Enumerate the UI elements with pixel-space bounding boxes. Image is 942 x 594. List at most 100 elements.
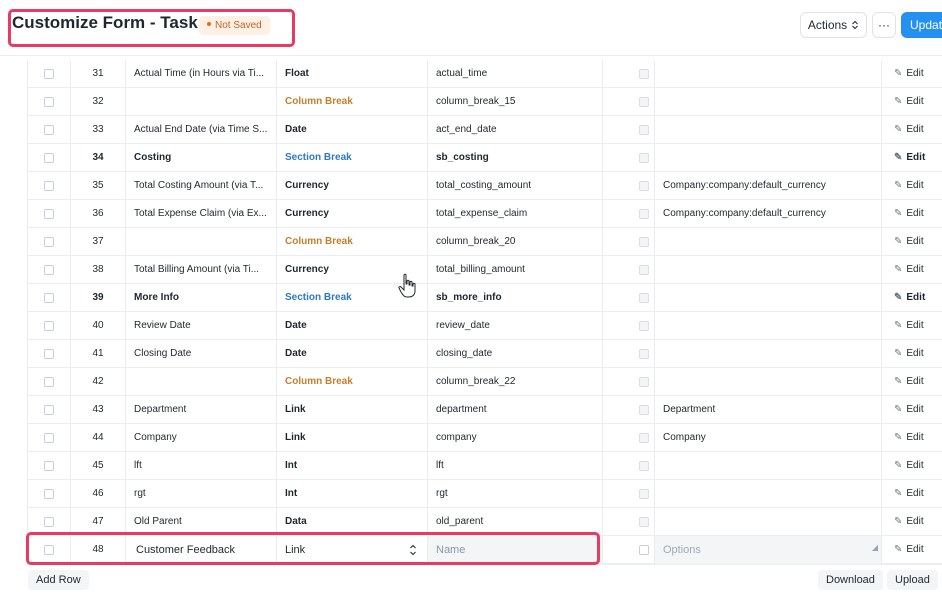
field-options[interactable] [655, 88, 882, 116]
edit-row-button[interactable]: ✎ Edit [882, 536, 942, 564]
actions-button[interactable]: Actions [800, 12, 867, 38]
field-name[interactable]: total_billing_amount [428, 256, 603, 284]
field-label[interactable]: Actual Time (in Hours via Ti... [126, 60, 277, 88]
add-row-button[interactable]: Add Row [28, 570, 89, 590]
row-select-checkbox[interactable] [44, 321, 54, 331]
edit-row-button[interactable]: ✎ Edit [882, 480, 942, 508]
edit-row-button[interactable]: ✎ Edit [882, 340, 942, 368]
row-select-checkbox[interactable] [44, 209, 54, 219]
field-label[interactable]: Department [126, 396, 277, 424]
field-type[interactable]: Date [277, 312, 428, 340]
row-select-checkbox[interactable] [44, 517, 54, 527]
mandatory-checkbox[interactable] [639, 69, 649, 79]
row-select-checkbox[interactable] [44, 433, 54, 443]
resize-handle-icon[interactable]: ◢ [872, 536, 878, 562]
edit-row-button[interactable]: ✎ Edit [882, 424, 942, 452]
row-select-checkbox[interactable] [44, 153, 54, 163]
field-options[interactable]: Company [655, 424, 882, 452]
field-name[interactable]: act_end_date [428, 116, 603, 144]
field-options[interactable] [655, 312, 882, 340]
field-name[interactable]: actual_time [428, 60, 603, 88]
edit-row-button[interactable]: ✎ Edit [882, 368, 942, 396]
field-type[interactable]: Int [277, 480, 428, 508]
edit-row-button[interactable]: ✎ Edit [882, 60, 942, 88]
field-options[interactable] [655, 256, 882, 284]
field-label[interactable]: lft [126, 452, 277, 480]
row-select-checkbox[interactable] [44, 405, 54, 415]
edit-row-button[interactable]: ✎ Edit [882, 200, 942, 228]
mandatory-checkbox[interactable] [639, 489, 649, 499]
row-select-checkbox[interactable] [44, 97, 54, 107]
field-options[interactable] [655, 508, 882, 536]
row-select-checkbox[interactable] [44, 265, 54, 275]
field-name[interactable]: lft [428, 452, 603, 480]
field-type[interactable]: Column Break [277, 88, 428, 116]
row-select-checkbox[interactable] [44, 237, 54, 247]
edit-row-button[interactable]: ✎ Edit [882, 284, 942, 312]
field-options[interactable]: Company:company:default_currency [655, 200, 882, 228]
field-options[interactable] [655, 116, 882, 144]
field-label[interactable] [126, 228, 277, 256]
field-options[interactable]: Department [655, 396, 882, 424]
edit-row-button[interactable]: ✎ Edit [882, 172, 942, 200]
field-type[interactable]: Int [277, 452, 428, 480]
field-label[interactable]: Total Billing Amount (via Ti... [126, 256, 277, 284]
row-select-checkbox[interactable] [44, 489, 54, 499]
mandatory-checkbox[interactable] [639, 237, 649, 247]
field-options[interactable] [655, 144, 882, 172]
edit-row-button[interactable]: ✎ Edit [882, 88, 942, 116]
field-name[interactable]: department [428, 396, 603, 424]
mandatory-checkbox[interactable] [639, 153, 649, 163]
update-button[interactable]: Update [901, 12, 942, 38]
field-type[interactable]: Currency [277, 172, 428, 200]
edit-row-button[interactable]: ✎ Edit [882, 508, 942, 536]
field-name[interactable]: sb_costing [428, 144, 603, 172]
field-label[interactable]: Review Date [126, 312, 277, 340]
field-name[interactable]: sb_more_info [428, 284, 603, 312]
mandatory-checkbox[interactable] [639, 125, 649, 135]
mandatory-checkbox[interactable] [639, 97, 649, 107]
field-name[interactable]: total_costing_amount [428, 172, 603, 200]
mandatory-checkbox[interactable] [639, 545, 649, 555]
field-name[interactable]: closing_date [428, 340, 603, 368]
mandatory-checkbox[interactable] [639, 349, 649, 359]
field-label[interactable]: Total Costing Amount (via T... [126, 172, 277, 200]
download-button[interactable]: Download [818, 570, 883, 590]
mandatory-checkbox[interactable] [639, 181, 649, 191]
mandatory-checkbox[interactable] [639, 377, 649, 387]
field-label[interactable]: Closing Date [126, 340, 277, 368]
edit-row-button[interactable]: ✎ Edit [882, 312, 942, 340]
mandatory-checkbox[interactable] [639, 321, 649, 331]
upload-button[interactable]: Upload [887, 570, 938, 590]
row-select-checkbox[interactable] [44, 349, 54, 359]
field-options[interactable] [655, 284, 882, 312]
field-type[interactable]: Link [277, 396, 428, 424]
mandatory-checkbox[interactable] [639, 265, 649, 275]
edit-row-button[interactable]: ✎ Edit [882, 452, 942, 480]
field-options[interactable] [655, 368, 882, 396]
mandatory-checkbox[interactable] [639, 209, 649, 219]
field-name[interactable]: column_break_22 [428, 368, 603, 396]
field-label[interactable] [126, 368, 277, 396]
field-options[interactable] [655, 452, 882, 480]
field-label[interactable]: Company [126, 424, 277, 452]
more-menu-button[interactable]: ··· [872, 12, 896, 38]
field-type[interactable]: Date [277, 340, 428, 368]
field-name[interactable]: rgt [428, 480, 603, 508]
field-name[interactable]: column_break_20 [428, 228, 603, 256]
field-options[interactable] [655, 480, 882, 508]
row-select-checkbox[interactable] [44, 461, 54, 471]
field-type[interactable]: Column Break [277, 228, 428, 256]
edit-row-button[interactable]: ✎ Edit [882, 228, 942, 256]
mandatory-checkbox[interactable] [639, 293, 649, 303]
row-select-checkbox[interactable] [44, 125, 54, 135]
field-type[interactable]: Currency [277, 200, 428, 228]
field-type[interactable]: Float [277, 60, 428, 88]
field-type[interactable]: Column Break [277, 368, 428, 396]
field-label[interactable]: More Info [126, 284, 277, 312]
edit-row-button[interactable]: ✎ Edit [882, 396, 942, 424]
field-label[interactable]: Total Expense Claim (via Ex... [126, 200, 277, 228]
field-type[interactable]: Date [277, 116, 428, 144]
field-label[interactable]: rgt [126, 480, 277, 508]
mandatory-checkbox[interactable] [639, 461, 649, 471]
